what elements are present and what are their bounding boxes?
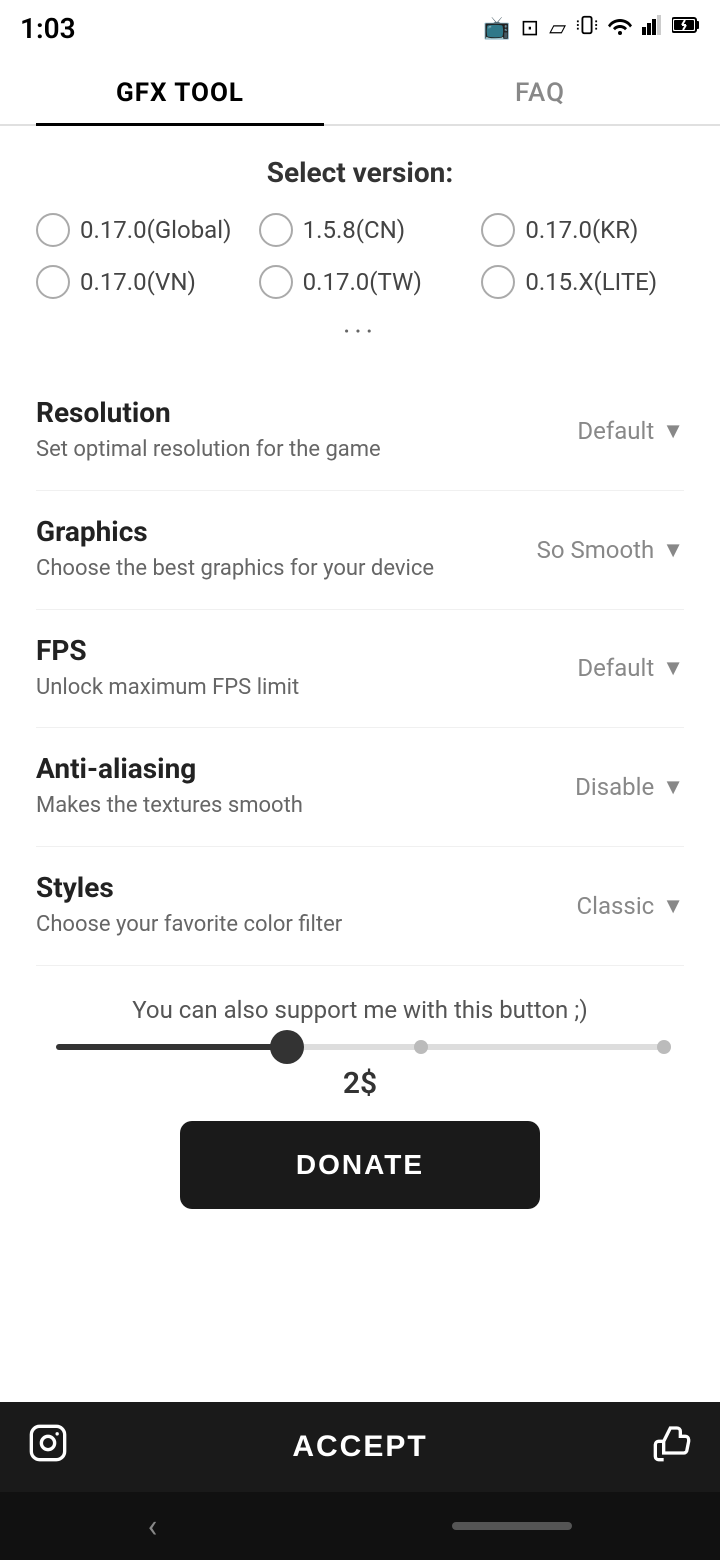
version-option-global[interactable]: 0.17.0(Global) (36, 213, 239, 247)
donate-button[interactable]: DONATE (180, 1121, 540, 1209)
support-text: You can also support me with this button… (36, 996, 684, 1024)
setting-name-resolution: Resolution (36, 396, 504, 429)
version-grid: 0.17.0(Global) 1.5.8(CN) 0.17.0(KR) 0.17… (36, 213, 684, 299)
setting-name-antialiasing: Anti-aliasing (36, 752, 504, 785)
setting-desc-graphics: Choose the best graphics for your device (36, 554, 504, 585)
antialiasing-chevron-icon: ▼ (662, 774, 684, 800)
instagram-icon[interactable] (28, 1423, 68, 1472)
version-option-vn[interactable]: 0.17.0(VN) (36, 265, 239, 299)
styles-value: Classic (577, 892, 655, 920)
donation-slider-track (56, 1044, 664, 1050)
donation-slider-container: 2$ (36, 1044, 684, 1101)
tab-gfx-tool[interactable]: GFX TOOL (0, 56, 360, 124)
setting-info-resolution: Resolution Set optimal resolution for th… (36, 396, 524, 466)
fps-chevron-icon: ▼ (662, 655, 684, 681)
setting-info-fps: FPS Unlock maximum FPS limit (36, 634, 524, 704)
version-label-lite: 0.15.X(LITE) (525, 268, 657, 296)
setting-info-styles: Styles Choose your favorite color filter (36, 871, 524, 941)
setting-row-styles: Styles Choose your favorite color filter… (36, 847, 684, 966)
radio-vn[interactable] (36, 265, 70, 299)
bottom-bar: ACCEPT (0, 1402, 720, 1492)
radio-kr[interactable] (481, 213, 515, 247)
battery-icon (672, 14, 700, 42)
status-icons: 📺 ⊡ ▱ (483, 14, 700, 42)
home-pill[interactable] (452, 1522, 572, 1530)
navigation-bar: ‹ (0, 1492, 720, 1560)
vibrate-icon (576, 14, 598, 42)
version-label-cn: 1.5.8(CN) (303, 216, 405, 244)
radio-global[interactable] (36, 213, 70, 247)
version-option-kr[interactable]: 0.17.0(KR) (481, 213, 684, 247)
radio-tw[interactable] (259, 265, 293, 299)
setting-name-fps: FPS (36, 634, 504, 667)
version-option-cn[interactable]: 1.5.8(CN) (259, 213, 462, 247)
setting-desc-antialiasing: Makes the textures smooth (36, 791, 504, 822)
graphics-dropdown[interactable]: So Smooth ▼ (524, 536, 684, 564)
styles-chevron-icon: ▼ (662, 893, 684, 919)
setting-desc-fps: Unlock maximum FPS limit (36, 673, 504, 704)
tv-icon: 📺 (483, 16, 510, 41)
more-versions-indicator[interactable]: ··· (36, 315, 684, 348)
setting-info-antialiasing: Anti-aliasing Makes the textures smooth (36, 752, 524, 822)
fps-dropdown[interactable]: Default ▼ (524, 654, 684, 682)
antialiasing-value: Disable (575, 773, 654, 801)
main-content: Select version: 0.17.0(Global) 1.5.8(CN)… (0, 126, 720, 1253)
slider-value: 2$ (56, 1066, 664, 1101)
fps-value: Default (577, 654, 654, 682)
setting-row-graphics: Graphics Choose the best graphics for yo… (36, 491, 684, 610)
setting-desc-styles: Choose your favorite color filter (36, 910, 504, 941)
version-label-kr: 0.17.0(KR) (525, 216, 638, 244)
version-row-2: 0.17.0(VN) 0.17.0(TW) 0.15.X(LITE) (36, 265, 684, 299)
status-time: 1:03 (20, 12, 76, 45)
graphics-chevron-icon: ▼ (662, 537, 684, 563)
styles-dropdown[interactable]: Classic ▼ (524, 892, 684, 920)
tab-faq[interactable]: FAQ (360, 56, 720, 124)
version-label-vn: 0.17.0(VN) (80, 268, 196, 296)
signal-icon (642, 14, 662, 42)
setting-name-styles: Styles (36, 871, 504, 904)
version-section-title: Select version: (36, 156, 684, 189)
wifi-icon (608, 14, 632, 42)
version-label-global: 0.17.0(Global) (80, 216, 231, 244)
screen-record-icon: ⊡ (521, 16, 539, 41)
setting-name-graphics: Graphics (36, 515, 504, 548)
version-option-tw[interactable]: 0.17.0(TW) (259, 265, 462, 299)
slider-fill (56, 1044, 287, 1050)
accept-button[interactable]: ACCEPT (88, 1430, 632, 1464)
version-row-1: 0.17.0(Global) 1.5.8(CN) 0.17.0(KR) (36, 213, 684, 247)
version-label-tw: 0.17.0(TW) (303, 268, 422, 296)
tab-bar: GFX TOOL FAQ (0, 56, 720, 126)
cast-icon: ▱ (549, 16, 566, 41)
setting-row-resolution: Resolution Set optimal resolution for th… (36, 372, 684, 491)
slider-tick-1 (414, 1040, 428, 1054)
resolution-dropdown[interactable]: Default ▼ (524, 417, 684, 445)
radio-cn[interactable] (259, 213, 293, 247)
thumbs-up-icon[interactable] (652, 1423, 692, 1472)
setting-desc-resolution: Set optimal resolution for the game (36, 435, 504, 466)
setting-info-graphics: Graphics Choose the best graphics for yo… (36, 515, 524, 585)
resolution-value: Default (577, 417, 654, 445)
antialiasing-dropdown[interactable]: Disable ▼ (524, 773, 684, 801)
slider-thumb[interactable] (270, 1030, 304, 1064)
back-button[interactable]: ‹ (148, 1507, 158, 1545)
setting-row-fps: FPS Unlock maximum FPS limit Default ▼ (36, 610, 684, 729)
version-option-lite[interactable]: 0.15.X(LITE) (481, 265, 684, 299)
resolution-chevron-icon: ▼ (662, 418, 684, 444)
radio-lite[interactable] (481, 265, 515, 299)
status-bar: 1:03 📺 ⊡ ▱ (0, 0, 720, 56)
graphics-value: So Smooth (537, 536, 655, 564)
slider-tick-2 (657, 1040, 671, 1054)
setting-row-antialiasing: Anti-aliasing Makes the textures smooth … (36, 728, 684, 847)
